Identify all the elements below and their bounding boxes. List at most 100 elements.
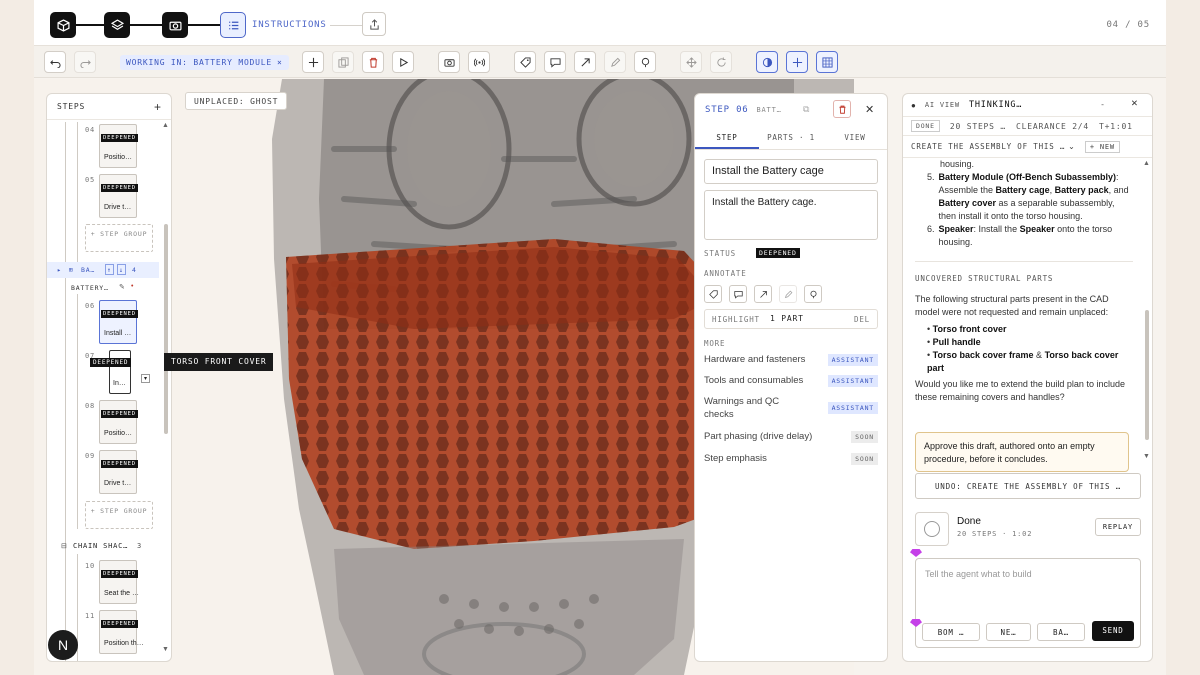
instructions-stage-button[interactable] [220,12,246,38]
dropdown-icon[interactable]: ▾ [141,374,150,383]
step-card-dragging[interactable]: In… [109,350,131,394]
scroll-down-icon[interactable]: ▼ [1143,453,1150,460]
more-item[interactable]: Step emphasis SOON [704,453,878,465]
arrow-button[interactable] [574,51,596,73]
scroll-up-icon[interactable]: ▲ [1143,160,1150,167]
ne-chip[interactable]: NE… [986,623,1031,641]
prompt-box[interactable]: Tell the agent what to build BOM … NE… B… [915,558,1141,648]
camera-icon [168,21,182,30]
crosshair-toggle[interactable] [786,51,808,73]
scroll-thumb[interactable] [1145,310,1149,440]
tab-view[interactable]: VIEW [823,126,887,149]
step-title-input[interactable]: Install the Battery cage [704,159,878,184]
export-button[interactable] [362,12,386,36]
more-item[interactable]: Part phasing (drive delay) SOON [704,431,878,443]
drag-badge: DEEPENED [90,358,132,367]
step-card[interactable]: DEEPENED Drive t… [99,450,138,494]
step-card[interactable]: DEEPENED Positio… [99,124,138,168]
comment-button[interactable] [544,51,566,73]
arrow-annotation-button[interactable] [754,285,772,303]
highlight-row[interactable]: HIGHLIGHT 1 PART DEL [704,309,878,329]
highlight-delete[interactable]: DEL [854,315,870,324]
move-down-icon[interactable]: ↓ [117,264,126,275]
broadcast-button[interactable] [468,51,490,73]
rotate-button[interactable] [710,51,732,73]
app-logo[interactable]: N [48,630,78,660]
scroll-thumb[interactable] [164,224,168,434]
unplaced-mode-label[interactable]: UNPLACED: GHOST [185,92,288,110]
stage-connector [76,24,104,26]
uncovered-list: • Torso front cover • Pull handle • Tors… [915,323,1133,375]
pen-button[interactable] [604,51,626,73]
tag-annotation-button[interactable] [704,285,722,303]
grid-toggle[interactable] [816,51,838,73]
add-button[interactable] [302,51,324,73]
undo-button[interactable]: UNDO: CREATE THE ASSEMBLY OF THIS … [915,473,1141,499]
toolbar: WORKING IN: BATTERY MODULE × [34,46,1166,78]
copy-icon[interactable]: ⧉ [803,104,809,115]
question-text: Would you like me to extend the build pl… [915,379,1125,402]
step-card[interactable]: DEEPENED Drive t… [99,174,138,218]
layers-stage-button[interactable] [104,12,130,38]
play-button[interactable] [392,51,414,73]
tab-step[interactable]: STEP [695,126,759,149]
ba-chip[interactable]: BA… [1037,623,1085,641]
pen-annotation-button[interactable] [779,285,797,303]
scroll-up-icon[interactable]: ▲ [162,122,169,129]
comment-annotation-button[interactable] [729,285,747,303]
delete-step-button[interactable] [833,100,851,118]
marker-button[interactable] [634,51,656,73]
step-card-selected[interactable]: DEEPENED Install … [99,300,138,344]
add-step-group-button[interactable]: + STEP GROUP [85,224,153,252]
duplicate-button[interactable] [332,51,354,73]
step-card-label: Position th… [104,640,144,647]
pin-annotation-button[interactable] [804,285,822,303]
delete-button[interactable] [362,51,384,73]
group-name[interactable]: CHAIN SHAC… [73,542,128,550]
group-row-battery[interactable]: ▸ ⊞ BA… ↑ ↓ 4 [47,262,159,278]
edit-icon[interactable]: ✎ [119,283,125,291]
scroll-down-icon[interactable]: ▼ [162,646,169,653]
minimize-button[interactable]: - [1101,99,1104,109]
close-icon[interactable]: × [277,55,283,70]
step-card[interactable]: DEEPENED Positio… [99,400,138,444]
step-number: 10 [85,562,96,570]
redo-button[interactable] [74,51,96,73]
panel-title: THINKING… [968,100,1023,110]
move-button[interactable] [680,51,702,73]
add-step-button[interactable]: + [154,100,161,114]
move-up-icon[interactable]: ↑ [105,264,114,275]
thinking-scrollbar[interactable]: ▲ ▼ [1143,160,1150,460]
prompt-input[interactable]: Tell the agent what to build [925,569,1032,579]
more-item[interactable]: Warnings and QC checks [704,395,794,421]
chevron-icon[interactable]: ▸ [57,266,62,274]
close-icon[interactable]: ✕ [1131,98,1138,109]
new-task-button[interactable]: + NEW [1084,140,1120,153]
more-item[interactable]: Hardware and fasteners ASSISTANT [704,354,878,366]
bom-chip[interactable]: BOM … [922,623,980,641]
ai-view-label[interactable]: AI VIEW [925,101,960,109]
tab-parts[interactable]: PARTS · 1 [759,126,823,149]
task-selector[interactable]: CREATE THE ASSEMBLY OF THIS … [911,142,1065,151]
tag-button[interactable] [514,51,536,73]
snapshot-button[interactable] [438,51,460,73]
step-description-input[interactable]: Install the Battery cage. [704,190,878,240]
camera-stage-button[interactable] [162,12,188,38]
remove-icon[interactable]: • [131,283,133,290]
close-icon[interactable]: ✕ [865,103,874,116]
more-label: MORE [704,339,726,348]
steps-scrollbar[interactable]: ▲ ▼ [162,122,169,654]
cube-stage-button[interactable] [50,12,76,38]
step-card[interactable]: DEEPENED Position th… [99,610,144,654]
step-card[interactable]: DEEPENED Seat the … [99,560,139,604]
add-step-group-button[interactable]: + STEP GROUP [85,501,153,529]
contrast-toggle[interactable] [756,51,778,73]
undo-button[interactable] [44,51,66,73]
group-crumb: BATT… [756,106,782,114]
status-badge: DEEPENED [101,184,138,192]
replay-button[interactable]: REPLAY [1094,518,1141,536]
working-in-chip[interactable]: WORKING IN: BATTERY MODULE × [120,55,289,70]
more-item[interactable]: Tools and consumables ASSISTANT [704,375,878,387]
chevron-down-icon[interactable]: ⌄ [1068,142,1075,151]
send-button[interactable]: SEND [1092,621,1134,641]
